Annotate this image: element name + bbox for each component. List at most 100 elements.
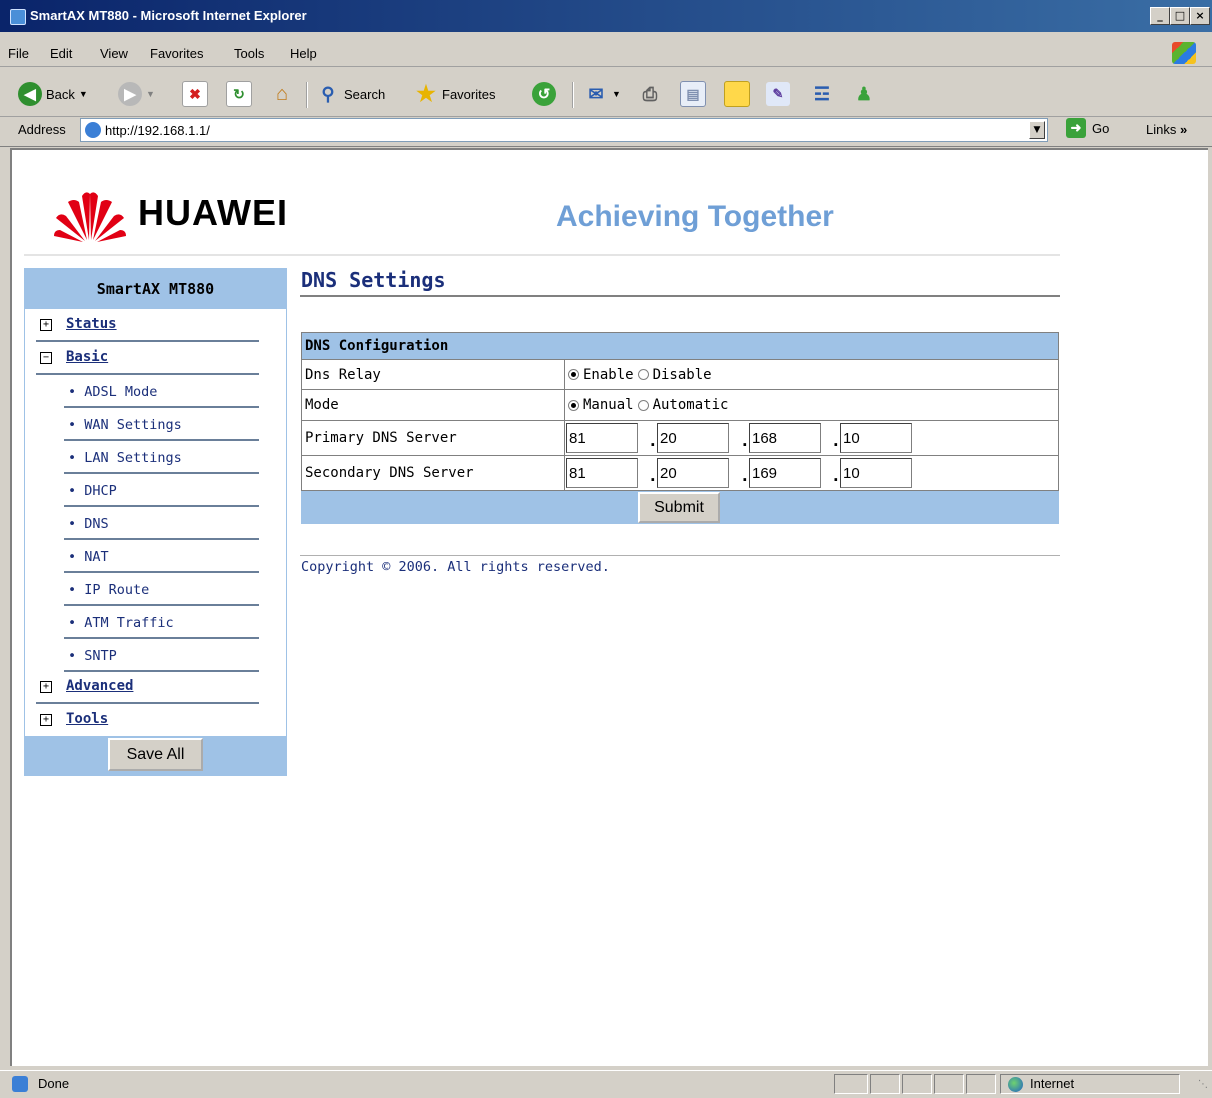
expand-icon[interactable]: + (40, 319, 52, 331)
url-input[interactable] (105, 121, 1005, 139)
toolbar-separator (306, 82, 308, 108)
menu-favorites[interactable]: Favorites (150, 46, 203, 61)
title-bar: SmartAX MT880 - Microsoft Internet Explo… (0, 0, 1212, 32)
secondary-dns-octet-1[interactable] (566, 458, 638, 488)
sidebar-subitem-wan-settings[interactable]: • WAN Settings (64, 409, 259, 441)
home-button[interactable]: ⌂ (270, 80, 294, 108)
minimize-button[interactable]: _ (1150, 7, 1170, 25)
dns-relay-disable-label[interactable]: Disable (653, 367, 712, 383)
search-icon: ⚲ (321, 83, 335, 104)
primary-dns-octet-1[interactable] (566, 423, 638, 453)
copyright-text: Copyright © 2006. All rights reserved. (301, 559, 610, 575)
secondary-dns-octet-2[interactable] (657, 458, 729, 488)
sidebar-subitem-label[interactable]: • DHCP (68, 483, 117, 499)
sidebar-item-basic[interactable]: − Basic (36, 343, 259, 375)
search-label: Search (344, 86, 386, 102)
dns-relay-enable-radio[interactable] (568, 369, 579, 380)
dns-relay-disable-radio[interactable] (637, 369, 649, 380)
sidebar-subitem-label[interactable]: • WAN Settings (68, 417, 182, 433)
back-arrow-icon: ◀ (18, 82, 42, 106)
window-title: SmartAX MT880 - Microsoft Internet Explo… (30, 8, 307, 23)
go-button[interactable]: ➜ Go (1066, 118, 1109, 138)
menu-edit[interactable]: Edit (50, 46, 72, 61)
sidebar-subitem-ip-route[interactable]: • IP Route (64, 574, 259, 606)
sidebar-item-label[interactable]: Basic (66, 349, 108, 365)
menu-view[interactable]: View (100, 46, 128, 61)
sidebar-item-label[interactable]: Status (66, 316, 117, 332)
refresh-button[interactable]: ↻ (226, 80, 252, 108)
print-button[interactable]: ⎙ (638, 80, 662, 108)
favorites-button[interactable]: ★ Favorites (414, 80, 495, 108)
sidebar-subitem-label[interactable]: • LAN Settings (68, 450, 182, 466)
expand-icon[interactable]: + (40, 714, 52, 726)
mode-automatic-radio[interactable] (637, 399, 649, 411)
address-dropdown-icon[interactable]: ▼ (1029, 121, 1045, 139)
sidebar-item-label[interactable]: Advanced (66, 678, 133, 694)
close-button[interactable]: × (1190, 7, 1210, 25)
secondary-dns-octet-3[interactable] (749, 458, 821, 488)
status-cell (902, 1074, 932, 1094)
go-arrow-icon: ➜ (1066, 118, 1086, 138)
submit-button[interactable]: Submit (638, 492, 720, 523)
sidebar-subitem-dns[interactable]: • DNS (64, 508, 259, 540)
stop-button[interactable]: ✖ (182, 80, 208, 108)
save-all-button[interactable]: Save All (108, 738, 203, 771)
sidebar-subitem-adsl-mode[interactable]: • ADSL Mode (64, 376, 259, 408)
primary-dns-fields: . . . (564, 420, 1059, 456)
address-field[interactable]: ▼ (80, 118, 1048, 142)
maximize-button[interactable]: □ (1170, 7, 1190, 25)
sidebar-item-advanced[interactable]: + Advanced (36, 672, 259, 704)
mode-automatic-label[interactable]: Automatic (653, 397, 729, 413)
sidebar-item-status[interactable]: + Status (36, 310, 259, 342)
sidebar-subitem-label[interactable]: • ADSL Mode (68, 384, 157, 400)
forward-button[interactable]: ▶ ▼ (118, 80, 155, 108)
menu-help[interactable]: Help (290, 46, 317, 61)
links-button[interactable]: Links » (1146, 122, 1187, 137)
status-cell (834, 1074, 868, 1094)
sidebar-subitem-lan-settings[interactable]: • LAN Settings (64, 442, 259, 474)
mode-manual-label[interactable]: Manual (583, 397, 634, 413)
sidebar-subitem-dhcp[interactable]: • DHCP (64, 475, 259, 507)
forward-dropdown-icon[interactable]: ▼ (146, 89, 155, 99)
resize-grip-icon[interactable]: ⋱ (1198, 1079, 1208, 1090)
dns-relay-label: Dns Relay (301, 359, 565, 390)
sidebar-subitem-label[interactable]: • SNTP (68, 648, 117, 664)
dns-relay-enable-label[interactable]: Enable (583, 367, 634, 383)
secondary-dns-octet-4[interactable] (840, 458, 912, 488)
sidebar-item-label[interactable]: Tools (66, 711, 108, 727)
back-dropdown-icon[interactable]: ▼ (79, 89, 88, 99)
mail-button[interactable]: ✉ ▼ (584, 80, 621, 108)
sidebar-subitem-label[interactable]: • NAT (68, 549, 109, 565)
people-button[interactable]: ♟ (852, 80, 876, 108)
back-button[interactable]: ◀ Back ▼ (18, 80, 88, 108)
expand-icon[interactable]: + (40, 681, 52, 693)
sidebar-subitem-atm-traffic[interactable]: • ATM Traffic (64, 607, 259, 639)
address-label: Address (18, 122, 66, 137)
mode-manual-radio[interactable] (568, 399, 579, 411)
primary-dns-octet-4[interactable] (840, 423, 912, 453)
mail-dropdown-icon[interactable]: ▼ (612, 89, 621, 99)
sidebar-subitem-label[interactable]: • ATM Traffic (68, 615, 174, 631)
huawei-logo-icon (54, 192, 126, 242)
menu-tools[interactable]: Tools (234, 46, 264, 61)
page-done-icon (12, 1076, 28, 1092)
sidebar-subitem-label[interactable]: • DNS (68, 516, 109, 532)
primary-dns-octet-3[interactable] (749, 423, 821, 453)
edit-button[interactable]: ▤ (680, 80, 706, 108)
media-button[interactable]: ☲ (810, 80, 834, 108)
favorites-star-icon: ★ (416, 81, 436, 106)
sidebar-subitem-nat[interactable]: • NAT (64, 541, 259, 573)
history-button[interactable]: ↺ (532, 80, 556, 108)
sidebar-item-tools[interactable]: + Tools (36, 705, 259, 737)
search-button[interactable]: ⚲ Search (316, 80, 385, 108)
primary-dns-octet-2[interactable] (657, 423, 729, 453)
discuss-button[interactable] (724, 80, 750, 108)
back-label: Back (46, 86, 75, 102)
collapse-icon[interactable]: − (40, 352, 52, 364)
toolbar: ◀ Back ▼ ▶ ▼ ✖ ↻ ⌂ ⚲ Search ★ Favorites … (0, 72, 1212, 117)
messenger-button[interactable]: ✎ (766, 80, 790, 108)
sidebar-subitem-sntp[interactable]: • SNTP (64, 640, 259, 672)
sidebar-subitem-label[interactable]: • IP Route (68, 582, 149, 598)
table-row: Secondary DNS Server . . . (301, 455, 1059, 491)
menu-file[interactable]: File (8, 46, 29, 61)
